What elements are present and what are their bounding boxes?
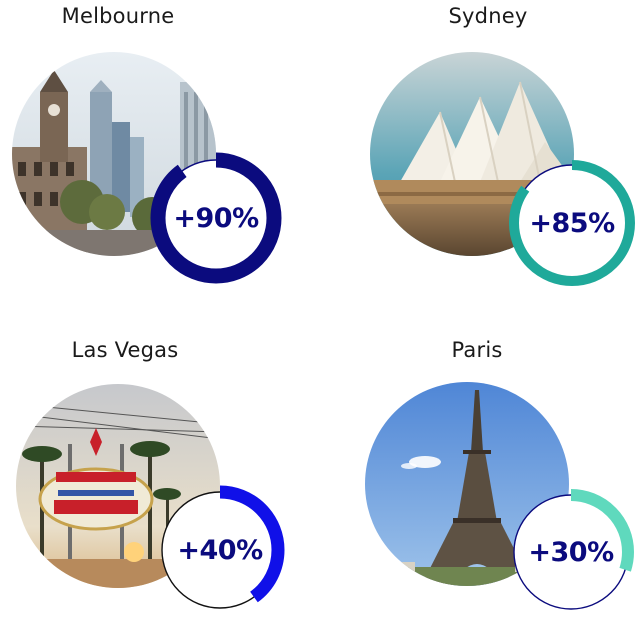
city-card-paris: Paris +30% [339, 334, 639, 634]
growth-value: +40% [177, 534, 263, 566]
growth-value: +85% [529, 207, 615, 239]
growth-value: +30% [528, 536, 614, 568]
city-name: Paris [451, 338, 503, 362]
growth-value: +90% [173, 202, 259, 234]
city-name: Melbourne [61, 4, 175, 28]
city-name: Sydney [448, 4, 528, 28]
growth-ring: +30% [507, 488, 635, 616]
city-name: Las Vegas [71, 338, 179, 362]
city-card-melbourne: Melbourne +90% [0, 0, 300, 300]
city-card-sydney: Sydney +85% [339, 0, 639, 300]
growth-ring: +90% [150, 152, 282, 284]
growth-ring: +40% [154, 484, 286, 616]
growth-ring: +85% [507, 158, 637, 288]
city-card-las-vegas: Las Vegas +40% [0, 334, 300, 634]
